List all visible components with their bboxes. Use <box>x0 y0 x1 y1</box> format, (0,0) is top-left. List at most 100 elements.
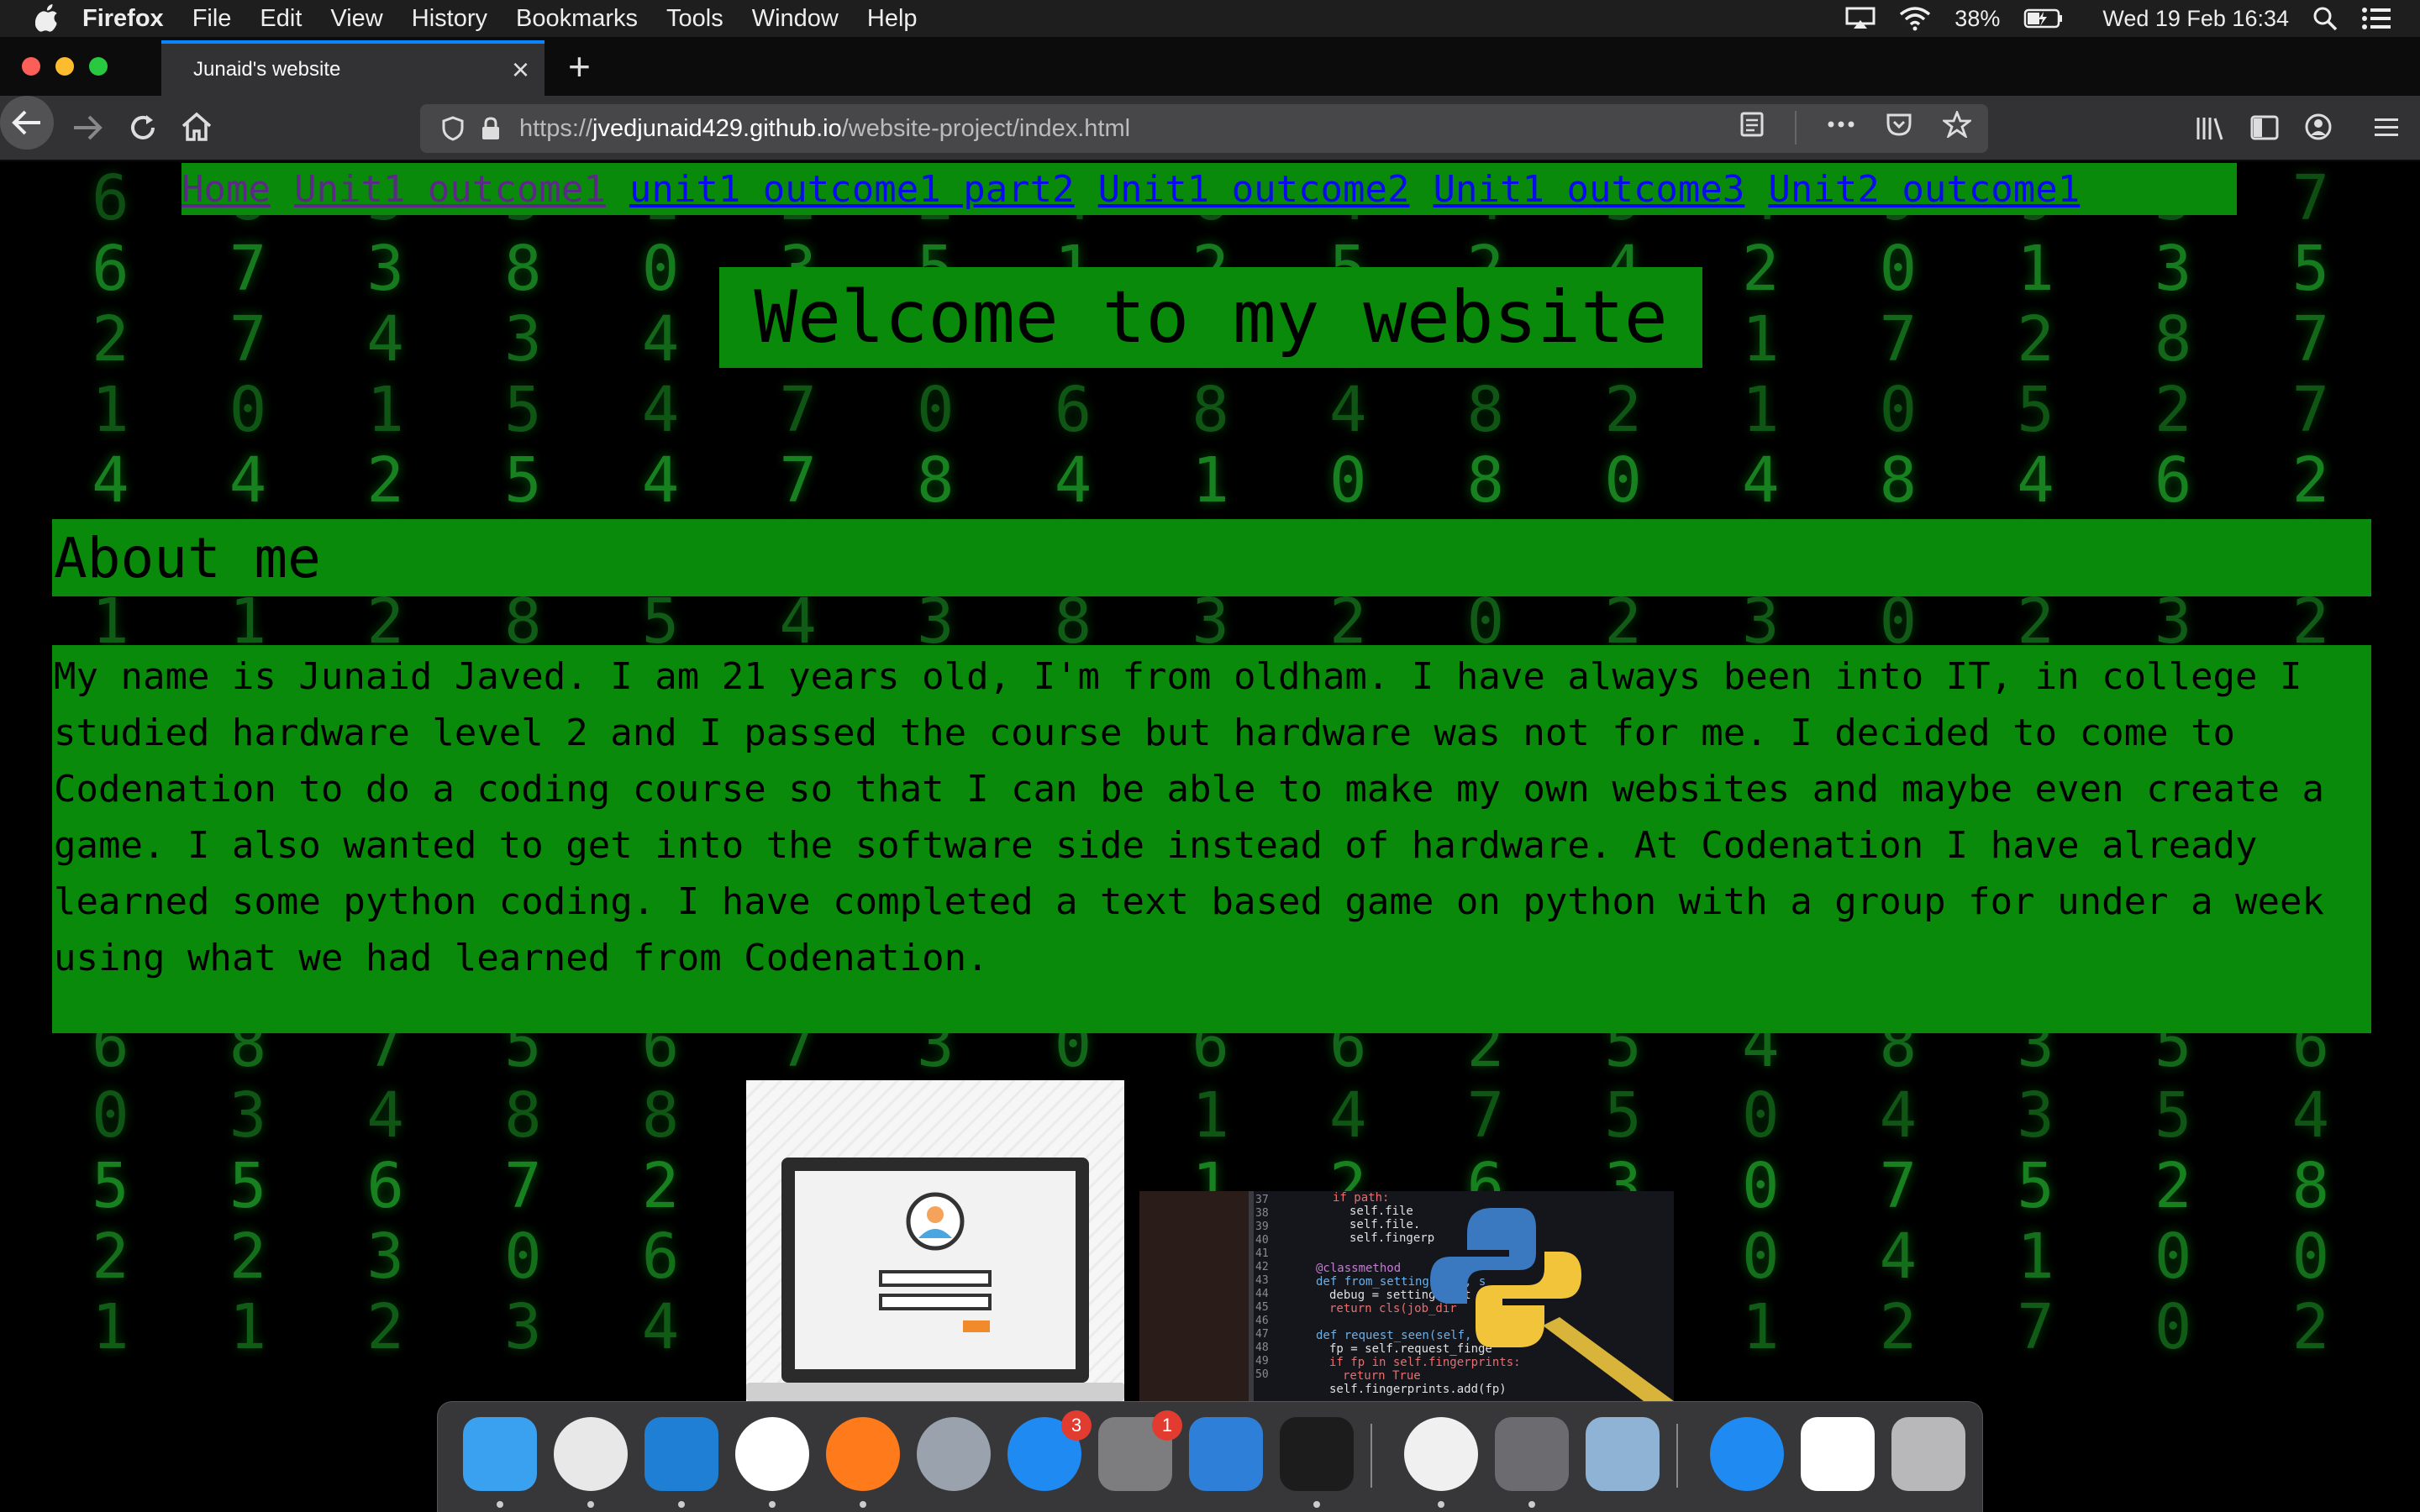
about-paragraph: My name is Junaid Javed. I am 21 years o… <box>52 645 2371 1033</box>
page-title: Welcome to my website <box>719 267 1702 368</box>
menu-help[interactable]: Help <box>867 5 918 33</box>
svg-text:if fp in self.fingerprints:: if fp in self.fingerprints: <box>1329 1356 1521 1369</box>
dock-trash-icon[interactable] <box>1891 1417 1965 1491</box>
url-scheme: https:// <box>519 114 593 142</box>
dock-app-store-2-icon[interactable] <box>1710 1417 1784 1491</box>
airplay-icon[interactable] <box>1845 7 1876 30</box>
svg-text:38: 38 <box>1255 1207 1269 1220</box>
menu-history[interactable]: History <box>412 5 487 33</box>
library-icon[interactable] <box>2195 114 2225 143</box>
svg-text:44: 44 <box>1255 1288 1269 1300</box>
svg-text:40: 40 <box>1255 1234 1269 1247</box>
svg-text:48: 48 <box>1255 1341 1269 1354</box>
nav-link-unit2-outcome1[interactable]: Unit2 outcome1 <box>1768 168 2080 211</box>
dock-preview-icon[interactable] <box>1586 1417 1660 1491</box>
dock-separator <box>1370 1424 1372 1488</box>
site-nav: Home Unit1 outcome1 unit1 outcome1 part2… <box>182 163 2237 215</box>
nav-link-unit1-outcome1-part2[interactable]: unit1 outcome1 part2 <box>629 168 1075 211</box>
svg-text:39: 39 <box>1255 1221 1269 1233</box>
fullscreen-window-button[interactable] <box>89 57 108 76</box>
tab-active[interactable]: Junaid's website × <box>161 40 544 96</box>
menu-file[interactable]: File <box>192 5 232 33</box>
nav-link-home[interactable]: Home <box>182 168 271 211</box>
dock-running-indicator <box>1313 1501 1320 1508</box>
dock-separator <box>1676 1424 1678 1488</box>
login-illustration-image <box>746 1080 1124 1401</box>
tab-strip: Junaid's website × + <box>0 37 2420 96</box>
about-heading: About me <box>52 519 2371 596</box>
dock-running-indicator <box>587 1501 594 1508</box>
account-icon[interactable] <box>2304 113 2333 141</box>
svg-text:if path:: if path: <box>1333 1191 1389 1205</box>
dock-chrome-icon[interactable] <box>554 1417 628 1491</box>
bookmark-star-icon[interactable] <box>1943 111 1971 138</box>
nav-link-unit1-outcome3[interactable]: Unit1 outcome3 <box>1434 168 1745 211</box>
svg-text:@classmethod: @classmethod <box>1316 1262 1401 1275</box>
dock-running-indicator <box>769 1501 776 1508</box>
menu-bar: Firefox File Edit View History Bookmarks… <box>0 0 2420 37</box>
dock-finder-icon[interactable] <box>463 1417 537 1491</box>
apple-icon[interactable] <box>35 4 60 33</box>
hamburger-menu-icon[interactable] <box>2373 116 2400 139</box>
menu-window[interactable]: Window <box>752 5 839 33</box>
matrix-row: 4 4 2 5 4 7 8 4 1 0 8 0 4 8 4 6 2 3 0 6 … <box>92 444 2338 517</box>
page-actions-menu-icon[interactable] <box>1827 111 1855 138</box>
svg-text:41: 41 <box>1255 1247 1269 1260</box>
dock-music-icon[interactable] <box>1404 1417 1478 1491</box>
nav-link-unit1-outcome2[interactable]: Unit1 outcome2 <box>1098 168 1410 211</box>
wifi-icon[interactable] <box>1899 6 1931 31</box>
home-button[interactable] <box>180 111 213 143</box>
lock-icon[interactable] <box>481 116 501 141</box>
svg-text:47: 47 <box>1255 1328 1269 1341</box>
svg-text:return True: return True <box>1343 1369 1421 1383</box>
dock-running-indicator <box>860 1501 866 1508</box>
sidebar-toggle-icon[interactable] <box>2250 114 2279 141</box>
menu-edit[interactable]: Edit <box>260 5 302 33</box>
svg-text:self.file: self.file <box>1349 1205 1413 1218</box>
dock: 31 <box>437 1401 1983 1512</box>
new-tab-button[interactable]: + <box>568 44 591 89</box>
menu-app-name[interactable]: Firefox <box>82 5 164 33</box>
tracking-protection-shield-icon[interactable] <box>442 116 464 141</box>
svg-text:37: 37 <box>1255 1194 1269 1206</box>
dock-firefox-icon[interactable] <box>826 1417 900 1491</box>
pocket-icon[interactable] <box>1886 111 1912 138</box>
battery-icon[interactable] <box>2023 8 2064 29</box>
svg-text:self.fingerp: self.fingerp <box>1349 1231 1434 1245</box>
python-code-image: 37 38 39 40 41 42 43 44 45 46 47 48 49 50 if path: se… <box>1139 1191 1674 1401</box>
dock-running-indicator <box>1438 1501 1444 1508</box>
svg-text:self.fingerprints.add(fp): self.fingerprints.add(fp) <box>1329 1383 1507 1396</box>
reader-view-icon[interactable] <box>1739 111 1765 138</box>
dock-launchpad-icon[interactable] <box>917 1417 991 1491</box>
dock-badge: 1 <box>1152 1410 1182 1441</box>
dock-terminal-icon[interactable] <box>1280 1417 1354 1491</box>
dock-rocket-icon[interactable] <box>1495 1417 1569 1491</box>
tab-title: Junaid's website <box>193 58 341 81</box>
dock-running-indicator <box>497 1501 503 1508</box>
nav-link-unit1-outcome1[interactable]: Unit1 outcome1 <box>294 168 606 211</box>
back-arrow-icon <box>12 110 40 135</box>
minimize-window-button[interactable] <box>55 57 74 76</box>
dock-slack-icon[interactable] <box>735 1417 809 1491</box>
dock-vs-code-icon[interactable] <box>644 1417 718 1491</box>
battery-percent: 38% <box>1954 5 2001 31</box>
svg-text:49: 49 <box>1255 1355 1269 1368</box>
menu-bookmarks[interactable]: Bookmarks <box>516 5 638 33</box>
dock-xcode-icon[interactable] <box>1189 1417 1263 1491</box>
url-bar[interactable]: https://jvedjunaid429.github.io/website-… <box>420 104 1988 153</box>
page-viewport[interactable]: 6 8 3 5 1 2 2 4 6 4 4 5 4 9 9 3 7 2 0 5 … <box>0 163 2420 1401</box>
svg-text:43: 43 <box>1255 1274 1269 1287</box>
menu-tools[interactable]: Tools <box>666 5 723 33</box>
tab-close-icon[interactable]: × <box>512 52 529 87</box>
svg-text:return cls(job_dir: return cls(job_dir <box>1329 1302 1457 1315</box>
clock[interactable]: Wed 19 Feb 16:34 <box>2102 6 2289 32</box>
dock-national-careers-icon[interactable] <box>1801 1417 1875 1491</box>
reload-button[interactable] <box>128 113 158 143</box>
notification-center-icon[interactable] <box>2361 7 2391 30</box>
menu-view[interactable]: View <box>330 5 382 33</box>
back-button[interactable] <box>0 96 54 150</box>
laptop-login-illustration <box>746 1080 1124 1401</box>
spotlight-search-icon[interactable] <box>2312 6 2338 31</box>
close-window-button[interactable] <box>22 57 40 76</box>
forward-button[interactable] <box>72 114 103 141</box>
